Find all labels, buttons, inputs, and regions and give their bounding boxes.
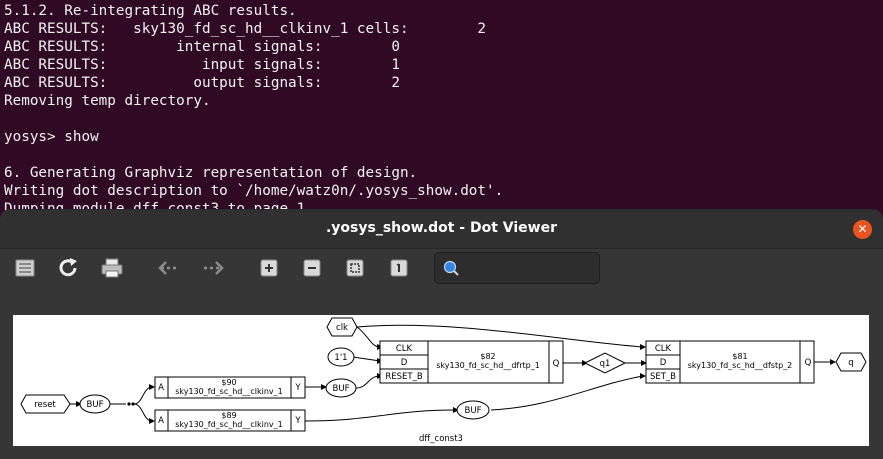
edge-cell89-buf [304,409,456,422]
junction-dot [127,402,131,406]
terminal-output: 5.1.2. Re-integrating ABC results. ABC RE… [0,0,883,215]
arrowhead [830,359,836,365]
terminal-line: Writing dot description to `/home/watz0n… [4,183,504,199]
graph-canvas[interactable]: reset BUF A $90 sky130_fd_sc_hd__clkinv_… [13,315,869,446]
const-node-label: 1'1 [334,353,347,363]
buf-node-1-label: BUF [87,400,104,410]
terminal-line: 6. Generating Graphviz representation of… [4,165,418,181]
schematic-graph: reset BUF A $90 sky130_fd_sc_hd__clkinv_… [20,317,867,444]
cell-82-rst: RESET_B [385,372,422,382]
zoom-100-icon [390,259,408,277]
port-clk-label: clk [336,323,348,333]
terminal-line: ABC RESULTS: input signals: 1 [4,57,400,73]
cell-82-d: D [401,358,408,368]
wire-q1-label: q1 [600,359,611,369]
cell-82[interactable]: CLK D RESET_B $82 sky130_fd_sc_hd__dfrtp… [379,340,564,384]
port-clk[interactable]: clk [326,317,358,337]
print-button[interactable] [99,257,129,279]
reload-button[interactable] [56,257,86,279]
cell-82-id: $82 [480,352,495,361]
cell-82-clk: CLK [396,344,413,354]
edge-clk-clk82 [356,326,381,348]
cell-81-set: SET_B [650,372,676,382]
buf-node-3-label: BUF [465,406,482,416]
cell-89[interactable]: A $89 sky130_fd_sc_hd__clkinv_1 Y [154,409,306,432]
zoom-in-icon [260,259,278,277]
port-reset[interactable]: reset [20,394,71,414]
edge-const-d [352,356,381,362]
edge-buf-resetb [355,375,381,389]
arrowhead [149,418,155,424]
terminal-line: Removing temp directory. [4,93,211,109]
junction-dot [131,402,135,406]
cell-81[interactable]: CLK D SET_B $81 sky130_fd_sc_hd__dfstp_2… [645,340,815,384]
terminal-line: 5.1.2. Re-integrating ABC results. [4,3,297,19]
close-button[interactable]: ✕ [853,220,872,239]
cell-82-type: sky130_fd_sc_hd__dfrtp_1 [436,361,540,370]
module-label: dff_const3 [419,434,463,444]
dot-viewer-window: .yosys_show.dot - Dot Viewer ✕ reset BUF… [0,210,883,459]
cell-82-out: Q [553,359,560,369]
search-box[interactable] [434,252,600,284]
arrow-right-icon [204,261,224,275]
cell-90[interactable]: A $90 sky130_fd_sc_hd__clkinv_1 Y [154,376,306,399]
cell-81-clk: CLK [655,344,672,354]
wire-q1[interactable]: q1 [583,352,627,374]
cell-89-in: A [158,416,164,426]
title-bar[interactable]: .yosys_show.dot - Dot Viewer ✕ [0,210,883,249]
cell-81-d: D [660,358,667,368]
port-reset-label: reset [34,400,56,410]
zoom-out-icon [303,259,321,277]
buf-node-1[interactable]: BUF [79,394,111,414]
cell-90-in: A [158,383,164,393]
const-node[interactable]: 1'1 [327,347,355,367]
port-q[interactable]: q [835,352,867,372]
arrowhead [149,384,155,390]
window-title: .yosys_show.dot - Dot Viewer [325,220,558,236]
toolbar [0,249,883,307]
cell-89-id: $89 [221,411,236,420]
cell-90-id: $90 [221,378,236,387]
printer-icon [101,258,123,278]
search-icon [443,260,459,276]
reload-icon [59,258,77,277]
zoom-fit-button[interactable] [342,257,372,279]
cell-90-type: sky130_fd_sc_hd__clkinv_1 [175,387,283,396]
cell-89-out: Y [294,416,301,426]
zoom-in-button[interactable] [256,257,286,279]
zoom-out-button[interactable] [299,257,329,279]
arrow-left-icon [158,261,178,275]
buf-node-2[interactable]: BUF [325,378,357,398]
zoom-100-button[interactable] [386,257,416,279]
buf-node-2-label: BUF [333,384,350,394]
terminal-line: ABC RESULTS: internal signals: 0 [4,39,400,55]
folder-icon [15,259,35,277]
terminal-line: ABC RESULTS: output signals: 2 [4,75,400,91]
terminal-line: ABC RESULTS: sky130_fd_sc_hd__clkinv_1 c… [4,21,487,37]
buf-node-3[interactable]: BUF [456,400,490,420]
search-input[interactable] [465,257,599,281]
arrowhead [640,373,646,379]
cell-81-out: Q [805,358,812,368]
port-q-label: q [848,358,853,368]
cell-81-id: $81 [732,352,747,361]
cell-89-type: sky130_fd_sc_hd__clkinv_1 [175,420,283,429]
back-button[interactable] [154,257,184,279]
open-file-button[interactable] [12,257,42,279]
zoom-fit-icon [346,259,364,277]
cell-90-out: Y [294,383,301,393]
terminal-line: yosys> show [4,129,99,145]
close-icon: ✕ [857,222,868,236]
forward-button[interactable] [198,257,228,279]
arrowhead [640,344,646,350]
cell-81-type: sky130_fd_sc_hd__dfstp_2 [688,361,793,370]
